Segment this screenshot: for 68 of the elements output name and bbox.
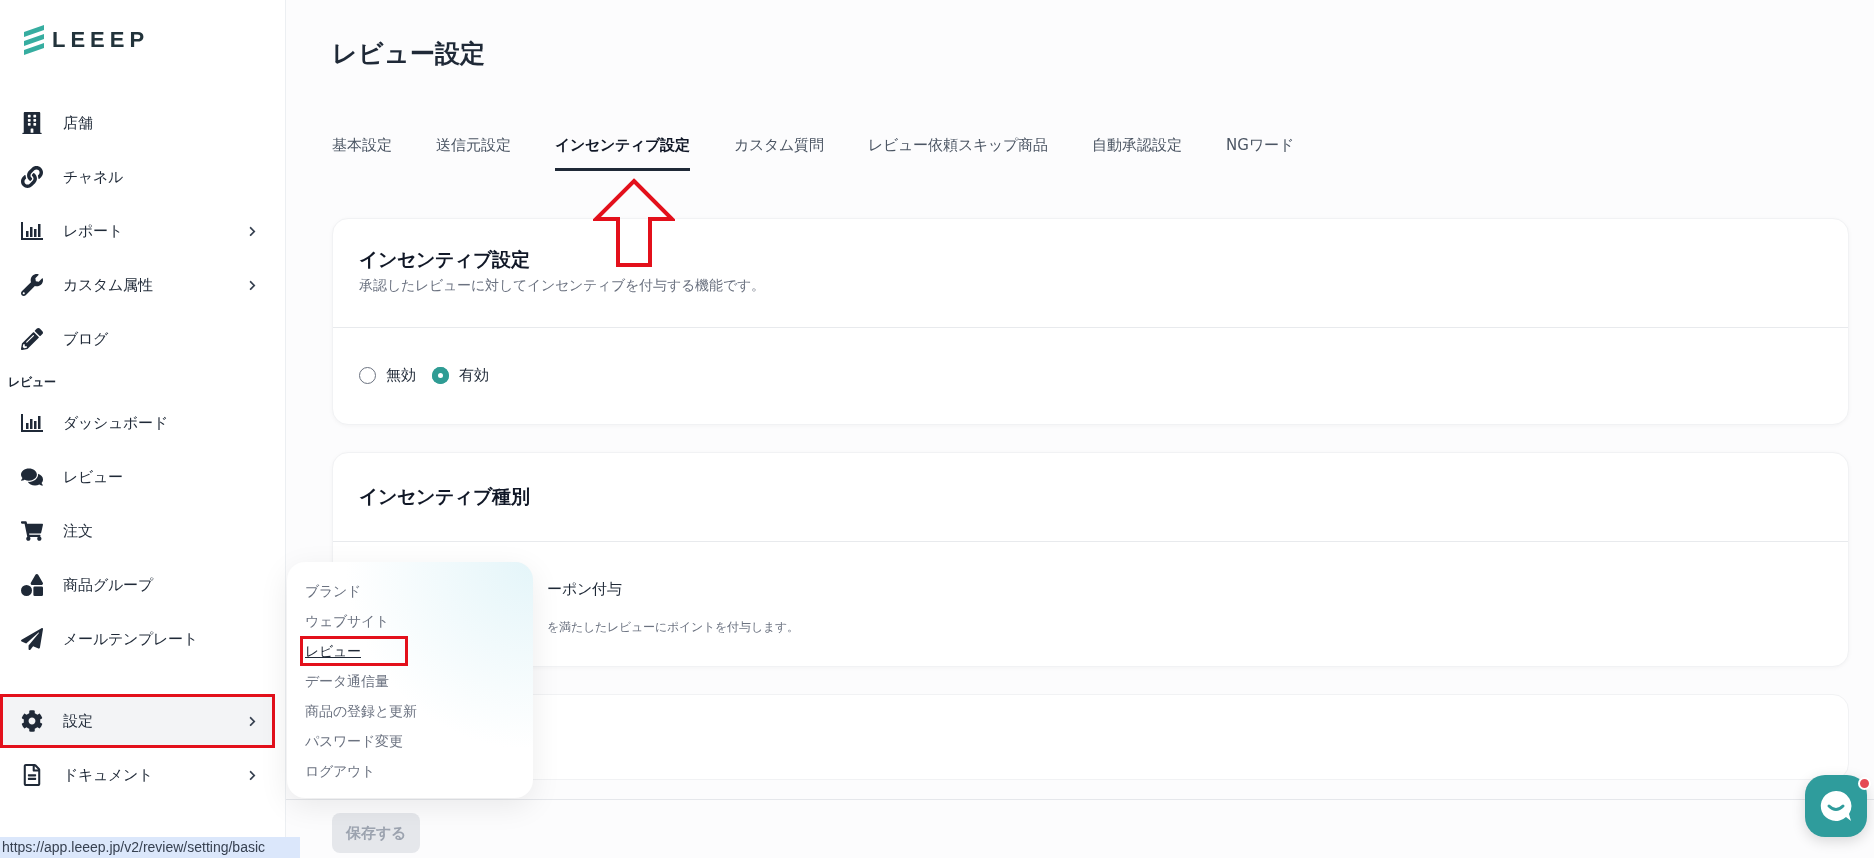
nav-label: メールテンプレート xyxy=(63,629,199,649)
nav-label: チャネル xyxy=(63,167,124,187)
nav-item[interactable]: 注文 xyxy=(0,504,275,558)
card-description: 承認したレビューに対してインセンティブを付与する機能です。 xyxy=(359,277,766,295)
nav-item[interactable]: 店舗 xyxy=(0,96,275,150)
tab[interactable]: 送信元設定 xyxy=(436,124,511,171)
tab[interactable]: カスタム質問 xyxy=(734,124,824,171)
speech-bubbles-icon xyxy=(21,466,43,488)
bar-chart-icon xyxy=(21,222,43,240)
radio-icon[interactable] xyxy=(359,367,376,384)
logo-text: LEEEP xyxy=(52,27,150,53)
option-label: ーポン付与 xyxy=(547,580,623,599)
radio-option[interactable]: 無効 xyxy=(359,366,416,385)
nav-item[interactable]: カスタム属性 xyxy=(0,258,275,312)
document-icon xyxy=(21,764,43,786)
nav-item[interactable]: チャネル xyxy=(0,150,275,204)
cart-icon xyxy=(21,520,43,542)
nav-item[interactable]: 商品グループ xyxy=(0,558,275,612)
nav-item[interactable]: ブログ xyxy=(0,312,275,366)
menu-item[interactable]: パスワード変更 xyxy=(300,726,406,756)
menu-item[interactable]: ログアウト xyxy=(300,756,378,786)
nav-label: ブログ xyxy=(63,329,109,349)
nav-item[interactable]: レビュー xyxy=(0,450,275,504)
radio-option[interactable]: 有効 xyxy=(432,366,489,385)
nav-label: レビュー xyxy=(63,467,124,487)
nav-item[interactable]: ダッシュボード xyxy=(0,396,275,450)
tab[interactable]: レビュー依頼スキップ商品 xyxy=(868,124,1048,171)
nav-item[interactable]: レポート xyxy=(0,204,275,258)
status-url: https://app.leeep.jp/v2/review/setting/basic xyxy=(0,837,300,858)
nav-label: 店舗 xyxy=(63,113,94,133)
logo-icon xyxy=(24,25,44,55)
shapes-icon xyxy=(21,574,43,596)
page-title: レビュー設定 xyxy=(332,38,486,70)
menu-item[interactable]: データ通信量 xyxy=(300,666,392,696)
tab[interactable]: NGワード xyxy=(1226,124,1294,171)
wrench-icon xyxy=(21,274,43,296)
settings-icon xyxy=(21,710,43,732)
nav-item[interactable]: メールテンプレート xyxy=(0,612,275,666)
nav-label: 設定 xyxy=(63,711,94,731)
menu-item[interactable]: 商品の登録と更新 xyxy=(300,696,420,726)
chat-button[interactable] xyxy=(1805,775,1867,837)
nav-label: 注文 xyxy=(63,521,94,541)
radio-label: 有効 xyxy=(459,366,489,385)
radio-label: 無効 xyxy=(386,366,416,385)
card-title: インセンティブ設定 xyxy=(359,247,531,272)
nav-label: レポート xyxy=(63,221,124,241)
nav-label: カスタム属性 xyxy=(63,275,154,295)
link-icon xyxy=(21,166,43,188)
card-title: インセンティブ種別 xyxy=(359,484,531,509)
section-label: レビュー xyxy=(7,374,57,391)
tab[interactable]: 自動承認設定 xyxy=(1092,124,1182,171)
nav-label: ドキュメント xyxy=(63,765,154,785)
menu-item[interactable]: レビュー xyxy=(300,636,408,666)
pencil-icon xyxy=(21,328,43,350)
nav-item[interactable]: ドキュメント xyxy=(0,748,275,802)
building-icon xyxy=(21,112,43,134)
nav-item[interactable]: 設定 xyxy=(0,694,275,748)
menu-item[interactable]: ウェブサイト xyxy=(300,606,392,636)
paper-plane-icon xyxy=(21,628,43,650)
nav-label: 商品グループ xyxy=(63,575,155,595)
chat-bubble-icon xyxy=(1819,789,1853,823)
nav-label: ダッシュボード xyxy=(63,413,169,433)
option-description: を満たしたレビューにポイントを付与します。 xyxy=(547,619,800,636)
radio-icon[interactable] xyxy=(432,367,449,384)
menu-item[interactable]: ブランド xyxy=(300,576,364,606)
tab[interactable]: 基本設定 xyxy=(332,124,392,171)
bar-chart-icon xyxy=(21,414,43,432)
tab[interactable]: インセンティブ設定 xyxy=(555,124,690,171)
